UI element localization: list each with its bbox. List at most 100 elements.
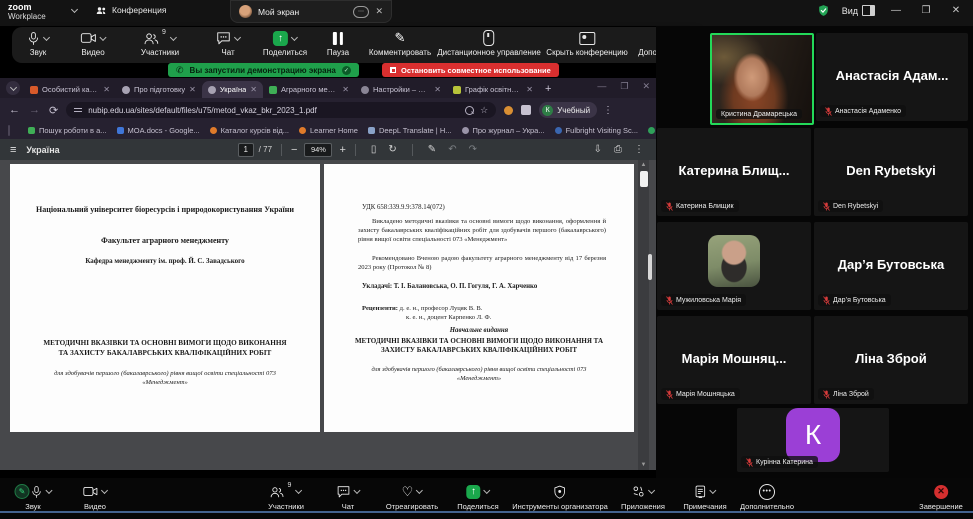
extensions-puzzle-icon[interactable] — [521, 105, 531, 115]
browser-minimize-icon[interactable]: — — [597, 81, 606, 92]
pdf-redo-icon[interactable]: ↷ — [469, 144, 477, 155]
bookmark-item[interactable]: Fulbright Visiting Sc... — [555, 126, 638, 135]
close-icon[interactable]: ✕ — [375, 6, 383, 17]
new-tab-button[interactable]: + — [545, 83, 551, 95]
browser-tab-1[interactable]: Особистий кабінет | Нап ✕ — [24, 81, 116, 98]
footer-react-button[interactable]: ♡ Отреагировать — [386, 483, 438, 511]
bookmark-item[interactable]: Learner Home — [299, 126, 358, 135]
tab-meeting[interactable]: Конференция — [96, 5, 166, 15]
participant-tile[interactable]: Дар’я Бутовська Дар’я Бутовська — [814, 222, 968, 310]
participant-tile[interactable]: Мужиловська Марія — [657, 222, 811, 310]
pause-share-button[interactable]: Пауза — [327, 30, 349, 57]
pdf-menu-icon[interactable]: ≡ — [10, 144, 16, 156]
video-chevron-icon[interactable] — [101, 487, 108, 494]
scroll-up-icon[interactable]: ▲ — [638, 160, 649, 170]
tab-close-icon[interactable]: ✕ — [189, 85, 196, 94]
participant-tile[interactable]: К Курінна Катерина — [737, 408, 889, 472]
tab-close-icon[interactable]: ✕ — [103, 85, 110, 94]
footer-notes-button[interactable]: Примечания — [683, 483, 726, 511]
video-button[interactable]: Видео — [81, 30, 106, 57]
hide-meeting-button[interactable]: Скрыть конференцию — [546, 30, 627, 57]
restore-button[interactable]: ❐ — [917, 5, 935, 16]
bookmark-item[interactable]: Про журнал – Укра... — [462, 126, 545, 135]
extension-icon[interactable] — [504, 106, 513, 115]
browser-tab-6[interactable]: Графік освітнього проц ✕ — [447, 81, 539, 98]
share-chevron-icon[interactable] — [483, 487, 490, 494]
view-button[interactable]: Вид — [842, 5, 875, 16]
bookmark-item[interactable]: MOA.docs - Google... — [117, 126, 200, 135]
minimize-button[interactable]: — — [887, 5, 905, 16]
audio-chevron-icon[interactable] — [45, 487, 52, 494]
address-bar[interactable]: nubip.edu.ua/sites/default/files/u75/met… — [66, 102, 496, 118]
scroll-down-icon[interactable]: ▼ — [638, 460, 649, 470]
footer-participants-button[interactable]: 9 Участники — [268, 483, 304, 511]
bookmark-star-icon[interactable]: ☆ — [480, 105, 488, 116]
remote-control-button[interactable]: Дистанционное управление — [437, 30, 541, 57]
pdf-zoom-level[interactable]: 94% — [304, 143, 332, 157]
annotation-active-icon[interactable]: ✎ — [15, 484, 30, 499]
browser-tab-4[interactable]: Аграрного менеджменту ✕ — [263, 81, 355, 98]
side-panel-icon[interactable] — [8, 125, 10, 136]
browser-tab-3-active[interactable]: Україна ✕ — [202, 81, 263, 98]
reload-icon[interactable]: ⟳ — [49, 104, 58, 117]
close-window-button[interactable]: ✕ — [947, 5, 965, 16]
participants-button[interactable]: 9 Участники — [141, 30, 179, 57]
bookmark-item[interactable]: Каталог курсів від... — [210, 126, 289, 135]
footer-chat-button[interactable]: Чат — [337, 483, 360, 511]
apps-chevron-icon[interactable] — [648, 487, 655, 494]
participants-chevron-icon[interactable] — [295, 487, 302, 494]
scrollbar-thumb[interactable] — [640, 171, 648, 187]
bookmark-item[interactable]: DeepL Translate | H... — [368, 126, 452, 135]
browser-tab-2[interactable]: Про підготовку ✕ — [116, 81, 202, 98]
footer-more-button[interactable]: ••• Дополнительно — [740, 483, 794, 511]
pdf-print-icon[interactable]: ⎙ — [614, 144, 622, 155]
pdf-undo-icon[interactable]: ↶ — [448, 144, 456, 155]
footer-apps-button[interactable]: Приложения — [621, 483, 665, 511]
share-button[interactable]: ↑ Поделиться — [263, 30, 307, 57]
browser-tab-5[interactable]: Настройки – Проверка б ✕ — [355, 81, 447, 98]
pdf-fit-page-icon[interactable]: ▯ — [371, 144, 377, 155]
pdf-rotate-icon[interactable]: ↻ — [388, 144, 396, 155]
browser-menu-icon[interactable]: ⋮ — [603, 105, 613, 116]
browser-restore-icon[interactable]: ❐ — [620, 81, 628, 92]
browser-profile-chip[interactable]: К Учебный — [539, 102, 597, 118]
participant-tile-video[interactable]: Кристина Драмарецька — [710, 33, 814, 125]
forward-icon[interactable]: → — [29, 104, 40, 116]
site-settings-icon[interactable] — [74, 106, 82, 114]
tab-close-icon[interactable]: ✕ — [434, 85, 441, 94]
pdf-content-area[interactable]: Національний університет біоресурсів і п… — [0, 160, 656, 470]
participant-tile[interactable]: Ліна Зброй Ліна Зброй — [814, 316, 968, 404]
footer-audio-button[interactable]: ✎ Звук — [15, 483, 52, 511]
tab-close-icon[interactable]: ✕ — [250, 85, 257, 94]
stop-share-button[interactable]: Остановить совместное использование — [382, 63, 559, 77]
pdf-more-icon[interactable]: ⋮ — [634, 144, 644, 155]
participants-chevron-icon[interactable] — [170, 33, 177, 40]
chat-chevron-icon[interactable] — [353, 487, 360, 494]
chat-chevron-icon[interactable] — [234, 33, 241, 40]
pdf-zoom-out-button[interactable]: − — [291, 144, 297, 156]
footer-host-tools-button[interactable]: Инструменты организатора — [512, 483, 608, 511]
participant-tile[interactable]: Den Rybetskyi Den Rybetskyi — [814, 128, 968, 216]
participant-tile[interactable]: Марія Мошняц... Марія Мошняцька — [657, 316, 811, 404]
more-options-icon[interactable]: ⋯ — [353, 6, 369, 18]
participant-tile[interactable]: Катерина Блищ... Катерина Блищик — [657, 128, 811, 216]
audio-button[interactable]: Звук — [27, 30, 49, 57]
pdf-scrollbar[interactable]: ▲ ▼ — [638, 160, 649, 470]
tab-search-icon[interactable] — [6, 81, 20, 95]
workspace-chevron-down-icon[interactable] — [71, 6, 78, 13]
share-chevron-icon[interactable] — [291, 33, 298, 40]
notes-chevron-icon[interactable] — [709, 487, 716, 494]
participant-tile[interactable]: Анастасія Адам... Анастасія Адаменко — [816, 33, 968, 121]
panel-resize-handle[interactable] — [648, 254, 652, 280]
back-icon[interactable]: ← — [9, 104, 20, 116]
chat-button[interactable]: Чат — [216, 30, 240, 57]
zoom-search-icon[interactable] — [465, 106, 474, 115]
tab-close-icon[interactable]: ✕ — [342, 85, 349, 94]
pdf-zoom-in-button[interactable]: + — [339, 144, 345, 156]
tab-close-icon[interactable]: ✕ — [526, 85, 533, 94]
audio-chevron-icon[interactable] — [43, 33, 50, 40]
my-screen-float-window[interactable]: Мой экран ⋯ ✕ — [230, 0, 392, 23]
browser-close-icon[interactable]: ✕ — [642, 81, 650, 92]
react-chevron-icon[interactable] — [416, 487, 423, 494]
bookmark-item[interactable]: Пошук роботи в а... — [28, 126, 107, 135]
